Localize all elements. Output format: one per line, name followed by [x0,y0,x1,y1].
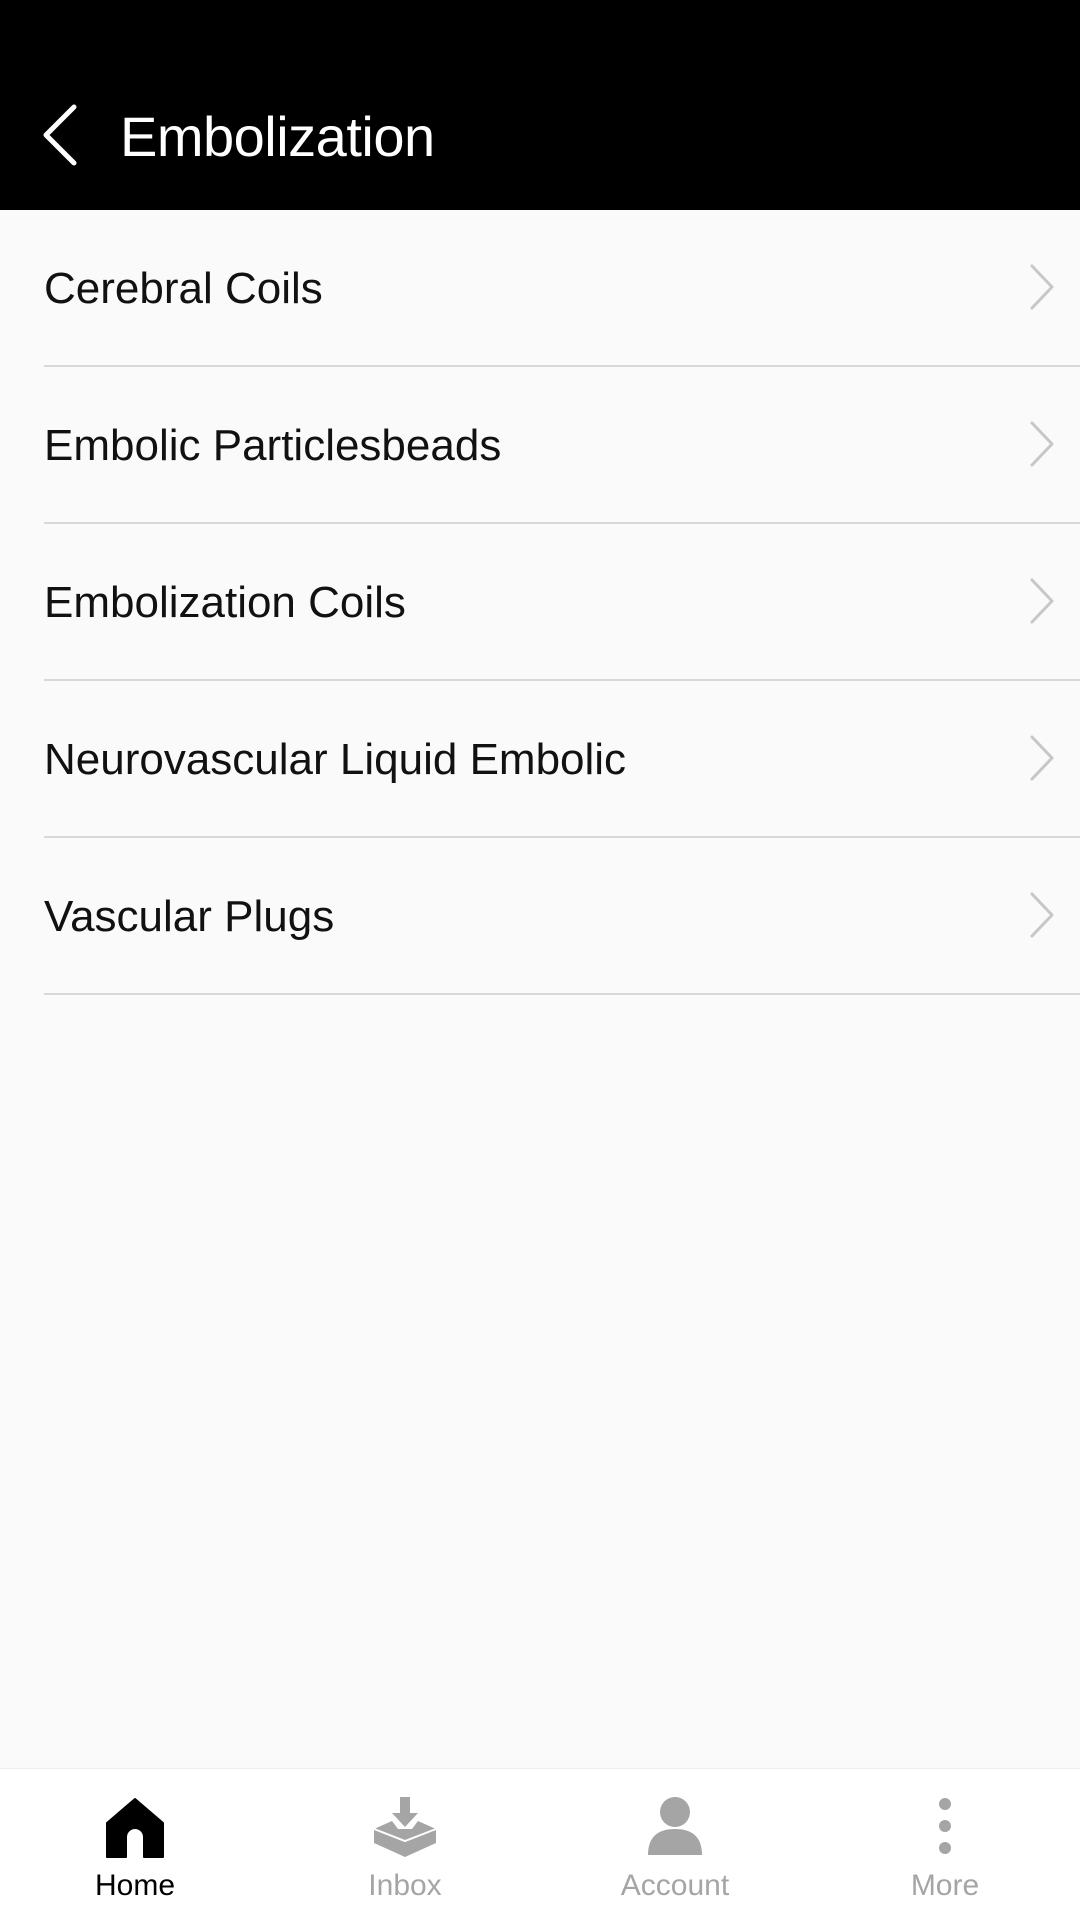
bottom-tab-bar: Home Inbox Account More [0,1768,1080,1921]
home-icon [106,1798,164,1858]
tab-label: Home [94,1869,176,1902]
chevron-right-icon [1030,892,1054,938]
divider [44,993,1080,995]
list-item-label: Embolization Coils [44,578,406,627]
list-item-embolization-coils[interactable]: Embolization Coils [0,524,1080,681]
tab-account[interactable]: Account [540,1769,810,1921]
page-title: Embolization [120,105,435,168]
account-icon [648,1797,702,1855]
chevron-right-icon [1030,264,1054,310]
tab-home[interactable]: Home [0,1769,270,1921]
chevron-left-icon [36,95,96,175]
list-item-label: Embolic Particlesbeads [44,421,502,470]
chevron-right-icon [1030,735,1054,781]
list-item-label: Neurovascular Liquid Embolic [44,735,627,784]
list-item-label: Vascular Plugs [44,892,335,941]
tab-label: More [910,1869,980,1902]
more-icon [939,1798,951,1854]
list-item-embolic-particlesbeads[interactable]: Embolic Particlesbeads [0,367,1080,524]
app-header: Embolization [0,0,1080,210]
tab-label: Inbox [368,1869,442,1902]
chevron-right-icon [1030,578,1054,624]
list-item-neurovascular-liquid-embolic[interactable]: Neurovascular Liquid Embolic [0,681,1080,838]
list-item-cerebral-coils[interactable]: Cerebral Coils [0,210,1080,367]
list-item-vascular-plugs[interactable]: Vascular Plugs [0,838,1080,995]
tab-inbox[interactable]: Inbox [270,1769,540,1921]
tab-label: Account [620,1869,730,1902]
inbox-icon [373,1797,437,1857]
chevron-right-icon [1030,421,1054,467]
back-button[interactable] [36,95,96,175]
category-list: Cerebral Coils Embolic Particlesbeads Em… [0,210,1080,995]
list-item-label: Cerebral Coils [44,264,323,313]
tab-more[interactable]: More [810,1769,1080,1921]
